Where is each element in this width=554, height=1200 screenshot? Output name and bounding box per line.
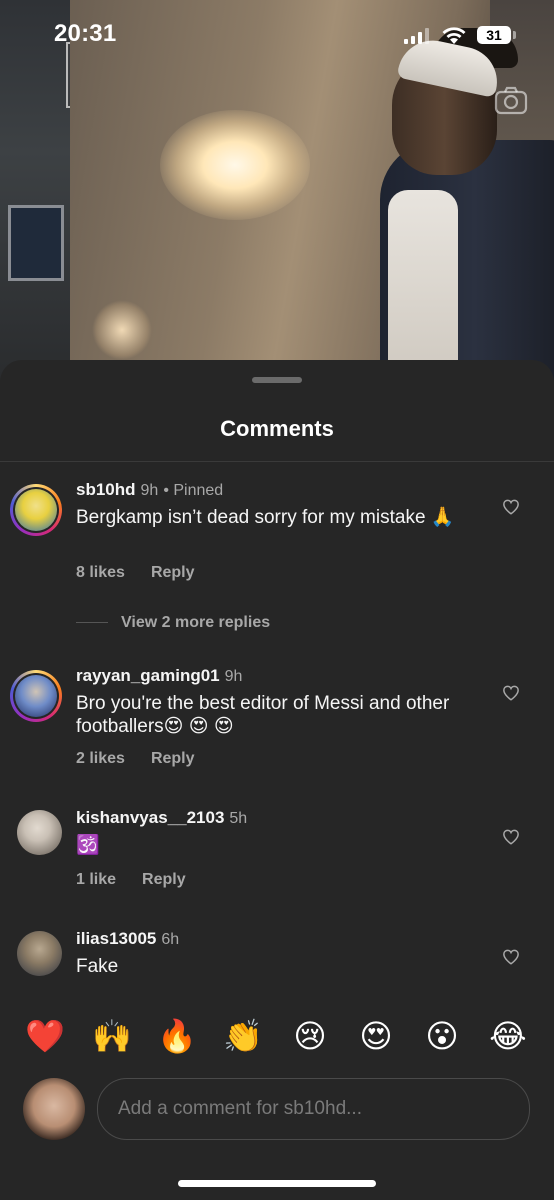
comment-input-box[interactable] (97, 1078, 530, 1140)
comment-actions: 1 like Reply (76, 871, 212, 889)
comment-header: ilias13005 6h (76, 929, 179, 949)
raising-hands-emoji[interactable]: 🙌 (90, 1014, 134, 1058)
laughing-emoji[interactable]: 😂 (486, 1014, 530, 1058)
fire-emoji[interactable]: 🔥 (155, 1014, 199, 1058)
battery-icon: 31 (477, 26, 511, 44)
comment-actions: 8 likes Reply (76, 564, 221, 582)
surprised-emoji[interactable]: 😮 (420, 1014, 464, 1058)
comment-time: 9h (224, 668, 243, 685)
video-light (160, 110, 310, 220)
reply-button[interactable]: Reply (151, 564, 195, 581)
status-bar: 20:31 31 (0, 0, 554, 72)
video-screen (8, 205, 64, 281)
home-indicator[interactable] (178, 1180, 376, 1187)
heart-icon[interactable] (502, 948, 520, 966)
comment-text: 🕉️ (76, 835, 100, 856)
current-user-avatar (23, 1078, 85, 1140)
comment-username[interactable]: rayyan_gaming01 (76, 666, 220, 685)
sheet-title: Comments (220, 416, 334, 441)
heart-emoji[interactable]: ❤️ (23, 1014, 67, 1058)
comment-likes[interactable]: 2 likes (76, 750, 125, 767)
avatar[interactable] (10, 670, 62, 722)
comments-list[interactable]: sb10hd 9h • Pinned Bergkamp isn’t dead sor… (0, 462, 554, 994)
heart-icon[interactable] (502, 684, 520, 702)
wifi-icon (442, 27, 466, 44)
comment-time: 9h (140, 482, 159, 499)
signal-icon (404, 28, 429, 44)
comment-username[interactable]: kishanvyas__2103 (76, 808, 224, 827)
camera-icon[interactable] (494, 86, 528, 116)
battery-tip (513, 31, 516, 39)
heart-icon[interactable] (502, 498, 520, 516)
comment-text: Bro you're the best editor of Messi and … (76, 693, 450, 737)
comment-header: rayyan_gaming01 9h (76, 666, 242, 686)
video-lamp (92, 300, 152, 360)
status-time: 20:31 (54, 20, 117, 47)
comment-username[interactable]: ilias13005 (76, 929, 156, 948)
comment-input[interactable] (116, 1079, 500, 1139)
comment-text: Fake (76, 956, 119, 977)
reply-button[interactable]: Reply (142, 871, 186, 888)
heart-icon[interactable] (502, 828, 520, 846)
comment-username[interactable]: sb10hd (76, 480, 136, 499)
comment-composer: ❤️ 🙌 🔥 👏 😢 😍 😮 😂 (0, 994, 554, 1200)
comment-text: Bergkamp isn’t dead sorry for my mistake… (76, 507, 455, 528)
heart-eyes-emoji[interactable]: 😍 (354, 1014, 398, 1058)
comment-time: 5h (229, 810, 248, 827)
comment-time: 6h (161, 931, 180, 948)
comment-header: kishanvyas__2103 5h (76, 808, 247, 828)
comment-likes[interactable]: 8 likes (76, 564, 125, 581)
quick-reactions-bar: ❤️ 🙌 🔥 👏 😢 😍 😮 😂 (0, 1014, 554, 1058)
avatar[interactable] (10, 484, 62, 536)
clapping-emoji[interactable]: 👏 (221, 1014, 265, 1058)
pinned-label: • Pinned (163, 482, 224, 499)
view-more-replies[interactable]: View 2 more replies (76, 614, 270, 632)
video-person-shirt (388, 190, 458, 380)
reply-button[interactable]: Reply (151, 750, 195, 767)
crying-emoji[interactable]: 😢 (288, 1014, 332, 1058)
avatar[interactable] (17, 810, 62, 855)
comment-likes[interactable]: 1 like (76, 871, 116, 888)
comment-header: sb10hd 9h • Pinned (76, 480, 223, 500)
comment-actions: 2 likes Reply (76, 750, 221, 768)
view-more-replies-label: View 2 more replies (121, 614, 271, 631)
avatar[interactable] (17, 931, 62, 976)
sheet-drag-handle[interactable] (252, 377, 302, 383)
